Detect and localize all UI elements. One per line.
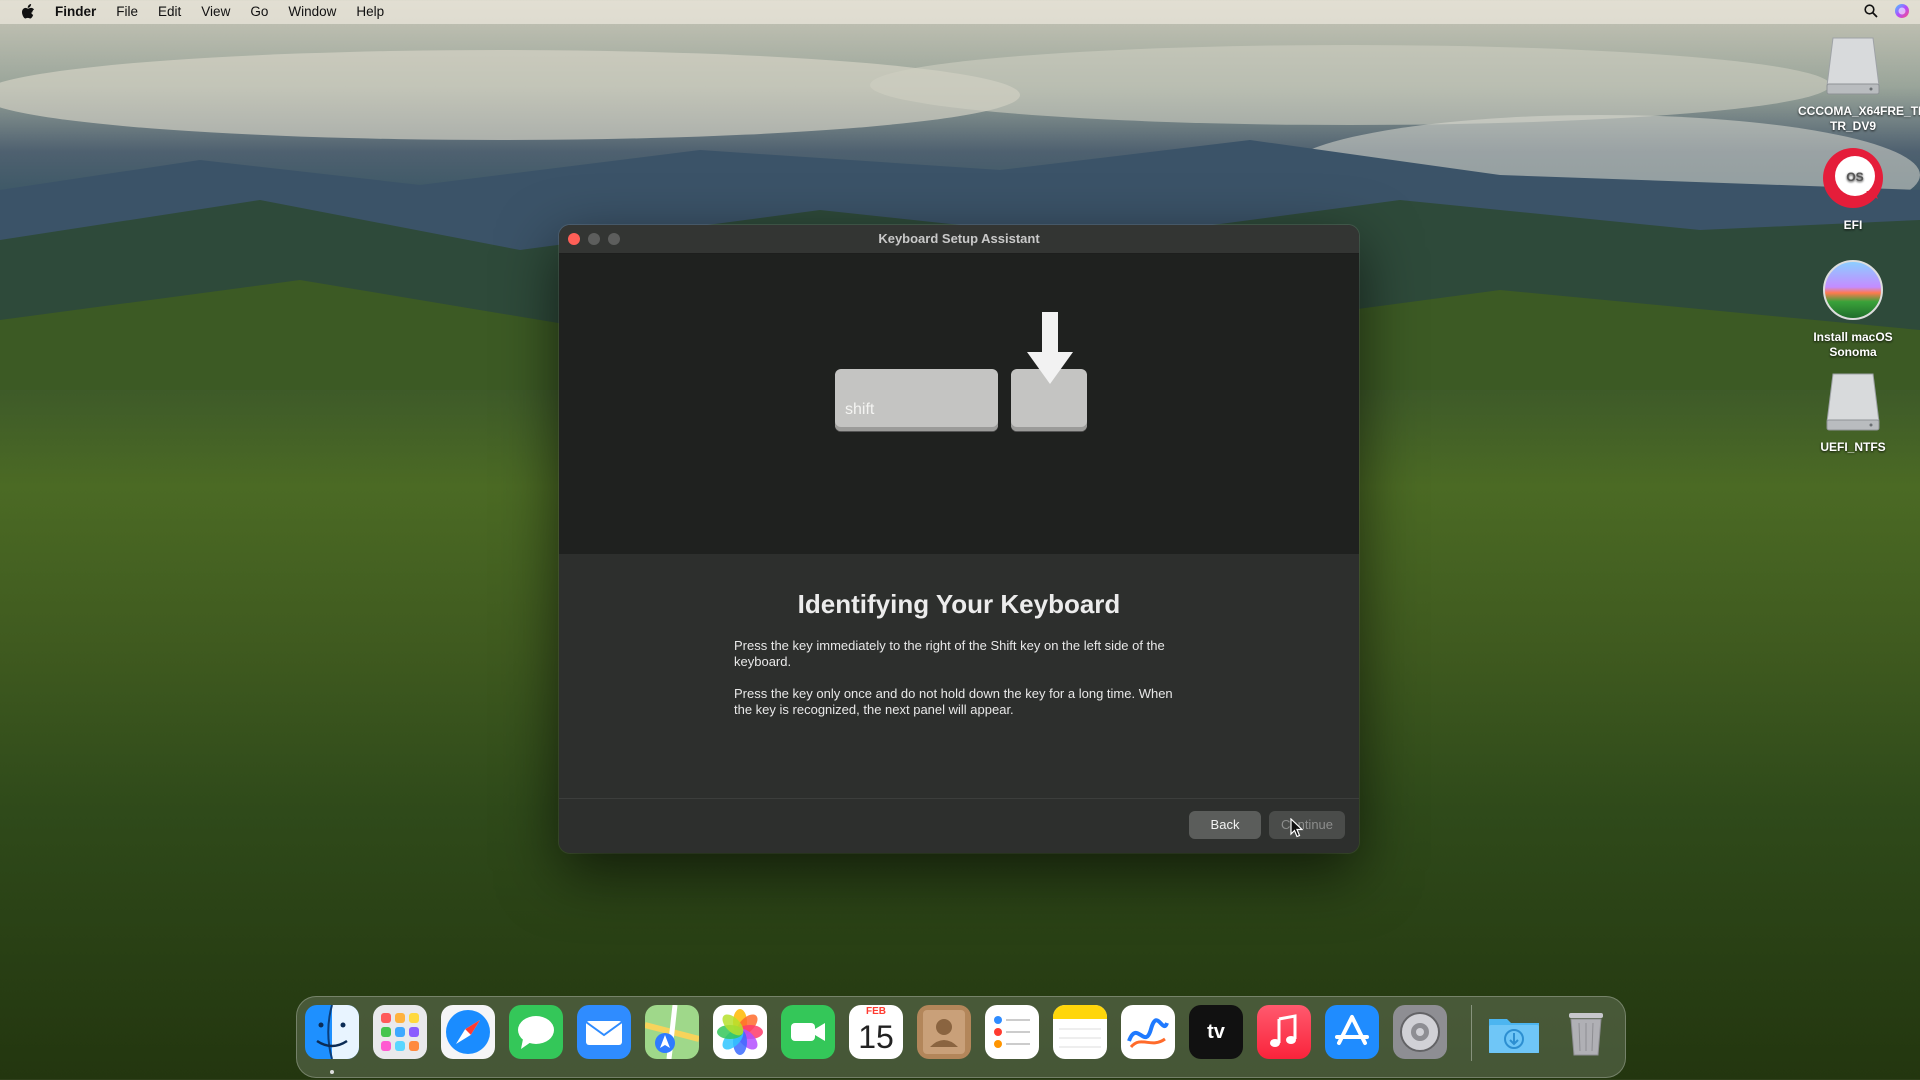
macos-sonoma-installer-icon <box>1798 258 1908 326</box>
dock-separator <box>1471 1005 1472 1061</box>
opencore-efi-icon: OS <box>1798 146 1908 214</box>
desktop-item-label: UEFI_NTFS <box>1820 440 1886 454</box>
menu-edit[interactable]: Edit <box>158 0 181 24</box>
finder-running-indicator <box>330 1070 334 1074</box>
dock-safari-icon[interactable] <box>441 1005 495 1059</box>
dock-downloads-folder-icon[interactable] <box>1487 1005 1541 1059</box>
dock-music-icon[interactable] <box>1257 1005 1311 1059</box>
shift-key-illustration: shift <box>835 369 998 431</box>
instruction-paragraph-1: Press the key immediately to the right o… <box>734 638 1165 669</box>
dock-reminders-icon[interactable] <box>985 1005 1039 1059</box>
svg-text:OS: OS <box>1846 170 1863 184</box>
dock-maps-icon[interactable] <box>645 1005 699 1059</box>
siri-icon[interactable] <box>1894 3 1910 22</box>
calendar-month: FEB <box>866 1006 886 1017</box>
dock-photos-icon[interactable] <box>713 1005 767 1059</box>
dock-app-store-icon[interactable] <box>1325 1005 1379 1059</box>
menu-window[interactable]: Window <box>288 0 336 24</box>
desktop-item-uefi-ntfs[interactable]: UEFI_NTFS <box>1798 370 1908 455</box>
desktop-item-install-macos[interactable]: Install macOS Sonoma <box>1798 258 1908 360</box>
page-heading: Identifying Your Keyboard <box>797 589 1121 619</box>
dock-finder-icon[interactable] <box>305 1005 359 1059</box>
menu-app-finder[interactable]: Finder <box>55 0 96 24</box>
window-title: Keyboard Setup Assistant <box>878 231 1040 246</box>
desktop-item-cccoma[interactable]: CCCOMA_X64FRE_TR-TR_DV9 <box>1798 34 1920 134</box>
dock-freeform-icon[interactable] <box>1121 1005 1175 1059</box>
dock-calendar-icon[interactable]: FEB 15 <box>849 1005 903 1059</box>
desktop-item-label: Install macOS Sonoma <box>1813 330 1893 359</box>
desktop-item-label: EFI <box>1843 218 1863 232</box>
dock-trash-icon[interactable] <box>1559 1005 1613 1059</box>
shift-key-label: shift <box>845 401 875 418</box>
instruction-paragraph-2: Press the key only once and do not hold … <box>734 686 1173 717</box>
desktop-item-efi[interactable]: OS EFI <box>1798 146 1908 233</box>
mouse-cursor-icon <box>1290 817 1304 843</box>
tv-icon-label: tv <box>1207 1021 1225 1043</box>
dock-messages-icon[interactable] <box>509 1005 563 1059</box>
menu-file[interactable]: File <box>116 0 138 24</box>
spotlight-search-icon[interactable] <box>1864 3 1878 21</box>
back-button[interactable]: Back <box>1189 811 1261 839</box>
keyboard-setup-assistant-window: Keyboard Setup Assistant <box>559 225 1359 853</box>
window-titlebar[interactable]: Keyboard Setup Assistant <box>559 225 1359 254</box>
desktop-item-label: CCCOMA_X64FRE_TR-TR_DV9 <box>1798 104 1920 133</box>
dock-facetime-icon[interactable] <box>781 1005 835 1059</box>
menu-help[interactable]: Help <box>356 0 384 24</box>
external-drive-icon <box>1798 34 1908 100</box>
wallpaper-clouds <box>0 45 1920 225</box>
dock-mail-icon[interactable] <box>577 1005 631 1059</box>
dock-notes-icon[interactable] <box>1053 1005 1107 1059</box>
calendar-day: 15 <box>858 1019 894 1055</box>
dock-system-settings-icon[interactable] <box>1393 1005 1447 1059</box>
down-arrow-icon <box>1027 312 1073 389</box>
external-drive-icon <box>1798 370 1908 436</box>
dock-launchpad-icon[interactable] <box>373 1005 427 1059</box>
menu-go[interactable]: Go <box>250 0 268 24</box>
apple-menu-icon[interactable] <box>20 4 36 20</box>
dock-contacts-icon[interactable] <box>917 1005 971 1059</box>
continue-button[interactable]: Continue <box>1269 811 1345 839</box>
menu-bar: Finder File Edit View Go Window Help <box>0 0 1920 24</box>
menu-view[interactable]: View <box>201 0 230 24</box>
dock-tv-icon[interactable]: tv <box>1189 1005 1243 1059</box>
